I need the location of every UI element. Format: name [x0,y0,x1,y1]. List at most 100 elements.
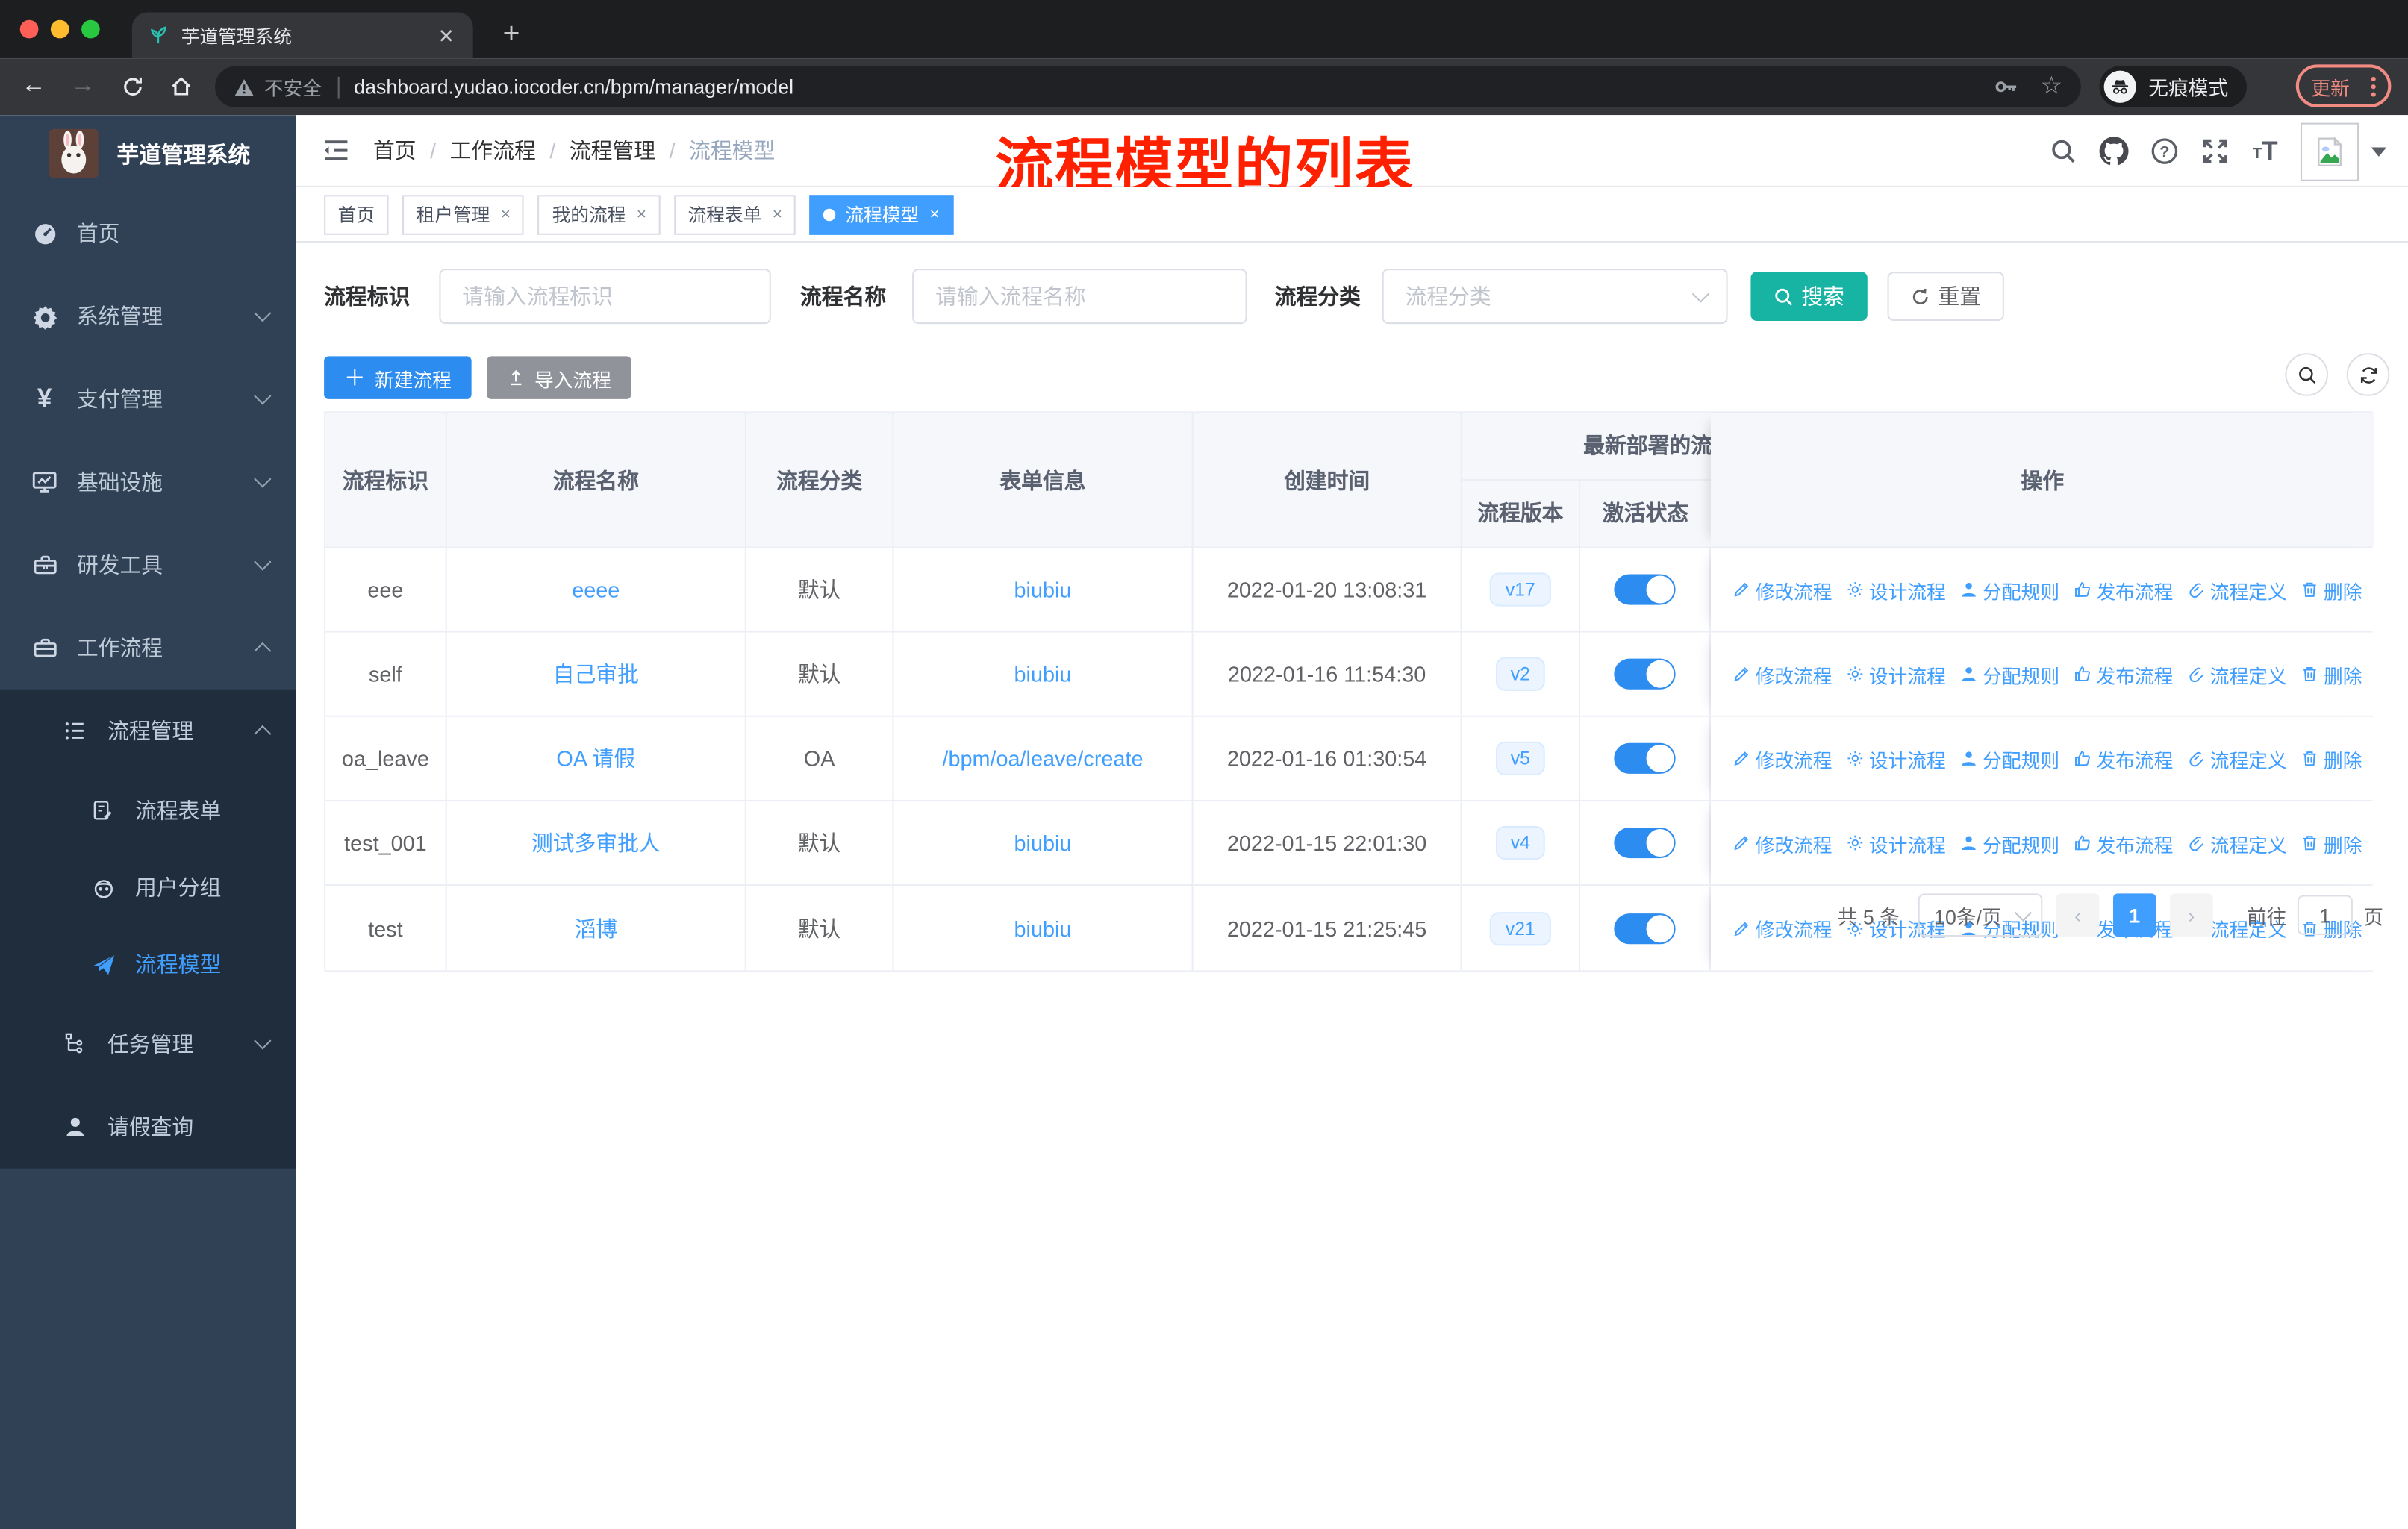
form-info-link[interactable]: biubiu [1014,578,1072,602]
search-button[interactable]: 搜索 [1750,272,1868,321]
font-size-icon[interactable]: TT [2245,131,2285,171]
action-link-edit[interactable]: 修改流程 [1732,575,1832,604]
forward-button[interactable]: → [68,71,99,101]
action-link-edit[interactable]: 修改流程 [1732,913,1832,942]
action-link-publish-thumb[interactable]: 发布流程 [2074,828,2173,857]
reset-button[interactable]: 重置 [1887,272,2004,321]
help-icon[interactable]: ? [2144,131,2183,171]
tag-my-process[interactable]: 我的流程 × [538,194,661,234]
sidebar-item-process-model[interactable]: 流程模型 [0,926,296,1003]
process-name-link[interactable]: eeee [572,578,620,602]
form-info-link[interactable]: biubiu [1014,916,1072,940]
show-search-button[interactable] [2285,353,2329,396]
sidebar-item-process-management[interactable]: 流程管理 [0,690,296,772]
tag-tenant[interactable]: 租户管理 × [402,194,525,234]
sidebar-item-devtools[interactable]: 研发工具 [0,524,296,607]
fullscreen-icon[interactable] [2195,131,2234,171]
browser-update-button[interactable]: 更新 [2295,64,2392,108]
tag-close-icon[interactable]: × [637,205,646,224]
sidebar-fold-button[interactable] [321,135,352,166]
form-info-link[interactable]: biubiu [1014,662,1072,687]
active-toggle[interactable] [1614,827,1676,859]
action-link-delete-trash[interactable]: 删除 [2301,828,2362,857]
goto-page-input[interactable]: 1 [2297,895,2353,935]
sidebar-item-home[interactable]: 首页 [0,192,296,275]
current-page-button[interactable]: 1 [2112,893,2156,937]
logo[interactable]: 芋道管理系统 [0,115,296,192]
process-name-link[interactable]: OA 请假 [556,743,635,774]
next-page-button[interactable]: › [2170,893,2213,937]
filter-key-input[interactable]: 请输入流程标识 [439,269,771,325]
active-toggle[interactable] [1614,742,1676,774]
action-link-definition-clip[interactable]: 流程定义 [2187,744,2287,773]
action-link-delete-trash[interactable]: 删除 [2301,575,2362,604]
tag-process-model[interactable]: 流程模型 × [810,194,954,234]
reload-button[interactable] [116,71,147,101]
sidebar-item-workflow[interactable]: 工作流程 [0,607,296,690]
avatar[interactable] [2300,122,2359,181]
sidebar-item-user-group[interactable]: 用户分组 [0,849,296,926]
action-link-publish-thumb[interactable]: 发布流程 [2074,575,2173,604]
prev-page-button[interactable]: ‹ [2056,893,2100,937]
bookmark-star-icon[interactable]: ☆ [2041,74,2063,99]
active-toggle[interactable] [1614,574,1676,605]
page-size-select[interactable]: 10条/页 [1918,893,2043,937]
action-link-definition-clip[interactable]: 流程定义 [2187,828,2287,857]
breadcrumb-process-management[interactable]: 流程管理 [570,135,655,166]
refresh-table-button[interactable] [2346,353,2390,396]
action-link-design-gear[interactable]: 设计流程 [1846,828,1946,857]
action-link-definition-clip[interactable]: 流程定义 [2187,660,2287,689]
sidebar-item-system[interactable]: 系统管理 [0,275,296,357]
home-button[interactable] [166,71,196,101]
browser-menu-icon[interactable] [2371,75,2376,96]
sidebar-item-process-form[interactable]: 流程表单 [0,772,296,849]
action-link-assign-user[interactable]: 分配规则 [1959,828,2059,857]
breadcrumb-home[interactable]: 首页 [373,135,417,166]
import-process-button[interactable]: 导入流程 [487,356,631,399]
action-link-publish-thumb[interactable]: 发布流程 [2074,744,2173,773]
action-link-publish-thumb[interactable]: 发布流程 [2074,660,2173,689]
window-zoom-button[interactable] [81,19,100,39]
avatar-caret-icon[interactable] [2371,146,2387,156]
tag-close-icon[interactable]: × [773,205,782,224]
action-link-edit[interactable]: 修改流程 [1732,660,1832,689]
process-name-link[interactable]: 滔博 [574,913,617,943]
filter-name-input[interactable]: 请输入流程名称 [912,269,1247,325]
active-toggle[interactable] [1614,913,1676,944]
window-minimize-button[interactable] [50,19,69,39]
sidebar-item-payment[interactable]: ¥ 支付管理 [0,357,296,440]
tag-close-icon[interactable]: × [930,205,940,224]
sidebar-item-infrastructure[interactable]: 基础设施 [0,440,296,523]
action-link-assign-user[interactable]: 分配规则 [1959,660,2059,689]
tag-close-icon[interactable]: × [501,205,511,224]
tag-process-form[interactable]: 流程表单 × [674,194,796,234]
action-link-delete-trash[interactable]: 删除 [2301,660,2362,689]
action-link-design-gear[interactable]: 设计流程 [1846,744,1946,773]
search-icon[interactable] [2042,131,2082,171]
password-key-icon[interactable] [1993,74,2019,100]
action-link-design-gear[interactable]: 设计流程 [1846,660,1946,689]
address-bar[interactable]: 不安全 dashboard.yudao.iocoder.cn/bpm/manag… [215,66,2081,108]
window-close-button[interactable] [19,19,39,39]
active-toggle[interactable] [1614,658,1676,690]
create-process-button[interactable]: ＋ 新建流程 [324,356,472,399]
action-link-assign-user[interactable]: 分配规则 [1959,744,2059,773]
action-link-definition-clip[interactable]: 流程定义 [2187,575,2287,604]
breadcrumb-workflow[interactable]: 工作流程 [450,135,536,166]
form-info-link[interactable]: biubiu [1014,831,1072,855]
back-button[interactable]: ← [19,71,49,101]
sidebar-item-task-management[interactable]: 任务管理 [0,1002,296,1085]
process-name-link[interactable]: 测试多审批人 [531,828,661,858]
action-link-assign-user[interactable]: 分配规则 [1959,575,2059,604]
action-link-delete-trash[interactable]: 删除 [2301,744,2362,773]
sidebar-item-leave-query[interactable]: 请假查询 [0,1086,296,1169]
url-text[interactable]: dashboard.yudao.iocoder.cn/bpm/manager/m… [354,75,1993,99]
action-link-edit[interactable]: 修改流程 [1732,828,1832,857]
browser-tab[interactable]: 芋道管理系统 ✕ [131,12,473,59]
action-link-edit[interactable]: 修改流程 [1732,744,1832,773]
github-icon[interactable] [2093,131,2133,171]
new-tab-button[interactable]: + [488,12,534,58]
filter-category-select[interactable]: 流程分类 [1382,269,1728,325]
action-link-design-gear[interactable]: 设计流程 [1846,575,1946,604]
tag-home[interactable]: 首页 [324,194,389,234]
